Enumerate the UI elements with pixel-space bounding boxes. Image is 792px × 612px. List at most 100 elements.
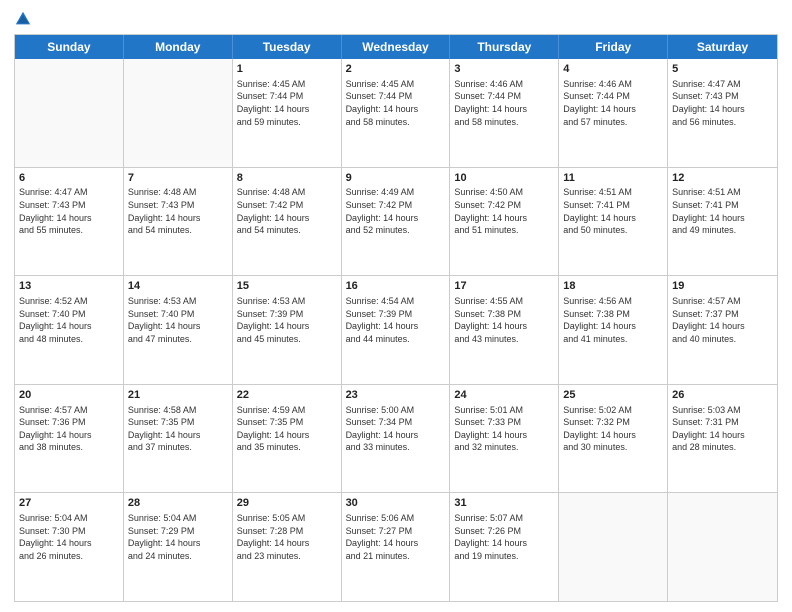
- cal-header-wednesday: Wednesday: [342, 35, 451, 59]
- day-number: 23: [346, 388, 446, 403]
- cell-line: Daylight: 14 hours: [454, 212, 554, 225]
- cell-line: and 37 minutes.: [128, 441, 228, 454]
- day-number: 9: [346, 171, 446, 186]
- cell-line: Sunrise: 4:49 AM: [346, 186, 446, 199]
- day-number: 10: [454, 171, 554, 186]
- cell-line: Daylight: 14 hours: [237, 212, 337, 225]
- cell-line: Sunrise: 4:45 AM: [346, 78, 446, 91]
- cell-line: Sunrise: 4:48 AM: [237, 186, 337, 199]
- cal-cell-empty: [668, 493, 777, 601]
- cell-line: Sunset: 7:38 PM: [454, 308, 554, 321]
- cell-line: Sunset: 7:42 PM: [346, 199, 446, 212]
- cal-cell-day-5: 5Sunrise: 4:47 AMSunset: 7:43 PMDaylight…: [668, 59, 777, 167]
- cell-line: Sunset: 7:41 PM: [672, 199, 773, 212]
- cell-line: Sunset: 7:29 PM: [128, 525, 228, 538]
- cal-cell-empty: [559, 493, 668, 601]
- cell-line: and 28 minutes.: [672, 441, 773, 454]
- cell-line: Daylight: 14 hours: [454, 429, 554, 442]
- cell-line: Sunset: 7:42 PM: [237, 199, 337, 212]
- day-number: 6: [19, 171, 119, 186]
- cell-line: Sunrise: 4:45 AM: [237, 78, 337, 91]
- day-number: 3: [454, 62, 554, 77]
- day-number: 17: [454, 279, 554, 294]
- cell-line: and 54 minutes.: [128, 224, 228, 237]
- cell-line: and 35 minutes.: [237, 441, 337, 454]
- cal-cell-day-4: 4Sunrise: 4:46 AMSunset: 7:44 PMDaylight…: [559, 59, 668, 167]
- cell-line: Sunset: 7:36 PM: [19, 416, 119, 429]
- calendar-header-row: SundayMondayTuesdayWednesdayThursdayFrid…: [15, 35, 777, 59]
- cal-week-5: 27Sunrise: 5:04 AMSunset: 7:30 PMDayligh…: [15, 492, 777, 601]
- cell-line: and 56 minutes.: [672, 116, 773, 129]
- cell-line: Sunrise: 5:05 AM: [237, 512, 337, 525]
- day-number: 11: [563, 171, 663, 186]
- day-number: 22: [237, 388, 337, 403]
- cell-line: Sunset: 7:43 PM: [672, 90, 773, 103]
- cell-line: and 57 minutes.: [563, 116, 663, 129]
- cal-cell-day-18: 18Sunrise: 4:56 AMSunset: 7:38 PMDayligh…: [559, 276, 668, 384]
- logo-icon: [14, 10, 32, 28]
- cell-line: and 30 minutes.: [563, 441, 663, 454]
- cell-line: Sunset: 7:34 PM: [346, 416, 446, 429]
- cell-line: and 49 minutes.: [672, 224, 773, 237]
- cal-cell-day-9: 9Sunrise: 4:49 AMSunset: 7:42 PMDaylight…: [342, 168, 451, 276]
- cal-cell-day-10: 10Sunrise: 4:50 AMSunset: 7:42 PMDayligh…: [450, 168, 559, 276]
- cell-line: Sunrise: 5:04 AM: [128, 512, 228, 525]
- cell-line: and 45 minutes.: [237, 333, 337, 346]
- cell-line: and 32 minutes.: [454, 441, 554, 454]
- cell-line: Daylight: 14 hours: [563, 320, 663, 333]
- cell-line: Sunset: 7:38 PM: [563, 308, 663, 321]
- cell-line: Sunset: 7:44 PM: [563, 90, 663, 103]
- cell-line: Daylight: 14 hours: [237, 537, 337, 550]
- cell-line: Sunrise: 5:03 AM: [672, 404, 773, 417]
- cell-line: Sunrise: 4:46 AM: [563, 78, 663, 91]
- cell-line: Sunset: 7:43 PM: [128, 199, 228, 212]
- cell-line: Sunrise: 4:55 AM: [454, 295, 554, 308]
- cell-line: Daylight: 14 hours: [454, 320, 554, 333]
- cal-cell-day-11: 11Sunrise: 4:51 AMSunset: 7:41 PMDayligh…: [559, 168, 668, 276]
- day-number: 14: [128, 279, 228, 294]
- logo: [14, 10, 36, 28]
- cell-line: Daylight: 14 hours: [454, 537, 554, 550]
- cal-cell-day-30: 30Sunrise: 5:06 AMSunset: 7:27 PMDayligh…: [342, 493, 451, 601]
- day-number: 4: [563, 62, 663, 77]
- cell-line: and 59 minutes.: [237, 116, 337, 129]
- cell-line: and 41 minutes.: [563, 333, 663, 346]
- cell-line: and 40 minutes.: [672, 333, 773, 346]
- cal-cell-day-3: 3Sunrise: 4:46 AMSunset: 7:44 PMDaylight…: [450, 59, 559, 167]
- cal-cell-day-21: 21Sunrise: 4:58 AMSunset: 7:35 PMDayligh…: [124, 385, 233, 493]
- cell-line: Daylight: 14 hours: [237, 320, 337, 333]
- cell-line: Sunrise: 4:57 AM: [672, 295, 773, 308]
- day-number: 28: [128, 496, 228, 511]
- cell-line: and 48 minutes.: [19, 333, 119, 346]
- day-number: 31: [454, 496, 554, 511]
- header: [14, 10, 778, 28]
- cell-line: Sunset: 7:35 PM: [128, 416, 228, 429]
- cell-line: Sunrise: 4:54 AM: [346, 295, 446, 308]
- cal-cell-day-2: 2Sunrise: 4:45 AMSunset: 7:44 PMDaylight…: [342, 59, 451, 167]
- cal-cell-day-17: 17Sunrise: 4:55 AMSunset: 7:38 PMDayligh…: [450, 276, 559, 384]
- cal-week-2: 6Sunrise: 4:47 AMSunset: 7:43 PMDaylight…: [15, 167, 777, 276]
- cal-cell-day-29: 29Sunrise: 5:05 AMSunset: 7:28 PMDayligh…: [233, 493, 342, 601]
- cell-line: Sunset: 7:44 PM: [237, 90, 337, 103]
- cell-line: Daylight: 14 hours: [128, 212, 228, 225]
- cell-line: Sunrise: 4:46 AM: [454, 78, 554, 91]
- cal-cell-day-22: 22Sunrise: 4:59 AMSunset: 7:35 PMDayligh…: [233, 385, 342, 493]
- cell-line: Daylight: 14 hours: [237, 103, 337, 116]
- day-number: 2: [346, 62, 446, 77]
- cell-line: Sunset: 7:40 PM: [19, 308, 119, 321]
- cal-header-sunday: Sunday: [15, 35, 124, 59]
- cell-line: Sunset: 7:39 PM: [346, 308, 446, 321]
- cal-cell-day-12: 12Sunrise: 4:51 AMSunset: 7:41 PMDayligh…: [668, 168, 777, 276]
- day-number: 30: [346, 496, 446, 511]
- cell-line: Sunrise: 5:04 AM: [19, 512, 119, 525]
- cell-line: Daylight: 14 hours: [19, 537, 119, 550]
- calendar-body: 1Sunrise: 4:45 AMSunset: 7:44 PMDaylight…: [15, 59, 777, 601]
- cell-line: Sunrise: 4:48 AM: [128, 186, 228, 199]
- cell-line: and 58 minutes.: [346, 116, 446, 129]
- cell-line: Sunset: 7:44 PM: [454, 90, 554, 103]
- cell-line: and 38 minutes.: [19, 441, 119, 454]
- cell-line: and 50 minutes.: [563, 224, 663, 237]
- cal-cell-day-31: 31Sunrise: 5:07 AMSunset: 7:26 PMDayligh…: [450, 493, 559, 601]
- cal-cell-day-6: 6Sunrise: 4:47 AMSunset: 7:43 PMDaylight…: [15, 168, 124, 276]
- cell-line: Sunrise: 4:56 AM: [563, 295, 663, 308]
